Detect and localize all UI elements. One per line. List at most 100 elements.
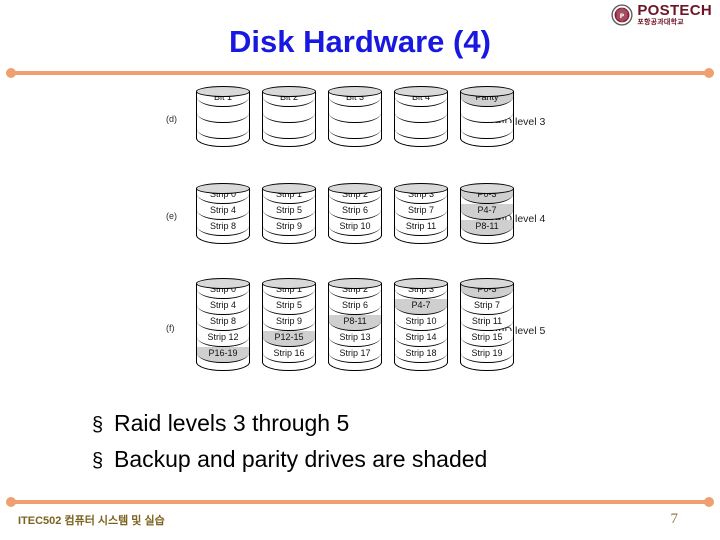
disk-top-cap: [328, 86, 382, 97]
disk-strip-cell: Strip 6: [329, 204, 381, 220]
disk-bottom: [328, 137, 382, 147]
disk-body: Bit 4: [394, 91, 448, 139]
disk-top-cap: [262, 278, 316, 289]
svg-text:P: P: [620, 12, 625, 19]
disk-bottom: [196, 137, 250, 147]
disk-cylinder: Bit 2: [262, 86, 316, 147]
raid-row-tag: (f): [166, 323, 175, 333]
disk-cylinder: Bit 3: [328, 86, 382, 147]
disk-strip-cell: Strip 7: [395, 204, 447, 220]
bullet-list: § Raid levels 3 through 5 § Backup and p…: [92, 406, 652, 478]
disk-cell-label: Strip 11: [405, 221, 437, 231]
disk-body: Strip 2 Strip 6 Strip 10: [328, 188, 382, 236]
disk-body: Strip 3 Strip 7 Strip 11: [394, 188, 448, 236]
disk-cylinder: Strip 3 P4-7 Strip 10 Strip 14 Strip 18: [394, 278, 448, 371]
disk-top-cap: [328, 278, 382, 289]
disk-cylinder: Strip 0 Strip 4 Strip 8 Strip 12 P16-19: [196, 278, 250, 371]
disk-strip-cell: [395, 123, 447, 139]
disk-cylinder: Strip 3 Strip 7 Strip 11: [394, 183, 448, 244]
disk-cell-label: Strip 15: [471, 332, 503, 342]
disk-top-cap: [394, 183, 448, 194]
disk-strip-cell: Strip 4: [197, 204, 249, 220]
postech-wordmark-main: POSTECH: [637, 2, 712, 19]
disk-top-cap: [196, 278, 250, 289]
raid-row-tag: (e): [166, 211, 177, 221]
disk-cylinder: Strip 1 Strip 5 Strip 9 P12-15 Strip 16: [262, 278, 316, 371]
disk-body: Strip 0 Strip 4 Strip 8: [196, 188, 250, 236]
bullet-text: Raid levels 3 through 5: [114, 410, 350, 436]
disk-strip-cell: Strip 13: [329, 331, 381, 347]
disk-strip-cell: [263, 107, 315, 123]
disk-strip-cell: Strip 15: [461, 331, 513, 347]
disk-cell-label: Strip 6: [341, 300, 368, 310]
disk-body: Strip 1 Strip 5 Strip 9: [262, 188, 316, 236]
disk-bottom: [394, 361, 448, 371]
disk-strip-cell: [395, 107, 447, 123]
disk-cell-label: Strip 19: [471, 348, 503, 358]
disk-top-cap: [262, 183, 316, 194]
disk-bottom: [460, 137, 514, 147]
disk-strip-cell: Strip 10: [329, 220, 381, 236]
disk-strip-cell: [263, 123, 315, 139]
footer-course-label: ITEC502 컴퓨터 시스템 및 실습: [18, 515, 165, 527]
disk-cylinder: Parity: [460, 86, 514, 147]
disk-cell-label: Strip 8: [209, 316, 236, 326]
disk-strip-cell: Strip 5: [263, 204, 315, 220]
disk-strip-cell: [461, 107, 513, 123]
disk-strip-cell: [461, 123, 513, 139]
disk-top-cap: [460, 86, 514, 97]
bullet-marker-icon: §: [92, 414, 104, 436]
bullet-item: § Raid levels 3 through 5: [92, 406, 652, 442]
disk-top-cap: [262, 86, 316, 97]
disk-strip-cell: [329, 107, 381, 123]
disk-cell-label: P8-11: [343, 316, 367, 326]
disk-strip-cell: Strip 8: [197, 315, 249, 331]
disk-body: Bit 1: [196, 91, 250, 139]
top-divider-bar: [11, 71, 709, 75]
bottom-divider-bar: [11, 500, 709, 504]
disk-cell-label: Strip 8: [209, 221, 236, 231]
postech-wordmark: POSTECH 포항공과대학교: [637, 3, 712, 26]
disk-cylinder: P0-3 Strip 7 Strip 11 Strip 15 Strip 19: [460, 278, 514, 371]
disk-strip-cell: Strip 5: [263, 299, 315, 315]
disk-bottom: [394, 137, 448, 147]
disk-cylinder: Strip 1 Strip 5 Strip 9: [262, 183, 316, 244]
bottom-divider: [6, 497, 714, 507]
disk-body: P0-3 P4-7 P8-11: [460, 188, 514, 236]
page-number: 7: [670, 511, 679, 527]
bottom-divider-right-dot: [704, 497, 714, 507]
disk-bottom: [196, 361, 250, 371]
bullet-item: § Backup and parity drives are shaded: [92, 442, 652, 478]
disk-cylinder: Strip 0 Strip 4 Strip 8: [196, 183, 250, 244]
disk-cell-label: Strip 16: [273, 348, 305, 358]
raid-row-disks: Strip 0 Strip 4 Strip 8 Strip 12 P16-19 Strip…: [196, 278, 514, 371]
disk-bottom: [460, 361, 514, 371]
disk-strip-cell: Strip 17: [329, 347, 381, 363]
disk-top-cap: [460, 183, 514, 194]
disk-parity-cell: P16-19: [197, 347, 249, 363]
disk-cylinder: Bit 4: [394, 86, 448, 147]
disk-cell-label: Strip 14: [405, 332, 437, 342]
disk-cell-label: Strip 6: [341, 205, 368, 215]
disk-bottom: [394, 234, 448, 244]
disk-body: Parity: [460, 91, 514, 139]
disk-parity-cell: P4-7: [461, 204, 513, 220]
disk-cell-label: Strip 7: [473, 300, 500, 310]
disk-cell-label: Strip 13: [339, 332, 371, 342]
disk-bottom: [328, 361, 382, 371]
disk-strip-cell: Strip 19: [461, 347, 513, 363]
disk-cylinder: Strip 2 Strip 6 Strip 10: [328, 183, 382, 244]
disk-strip-cell: Strip 9: [263, 315, 315, 331]
disk-cell-label: Strip 10: [339, 221, 371, 231]
page-title: Disk Hardware (4): [229, 24, 491, 59]
disk-cell-label: Strip 10: [405, 316, 437, 326]
disk-strip-cell: Strip 11: [395, 220, 447, 236]
disk-cell-label: Strip 4: [209, 300, 236, 310]
disk-strip-cell: Strip 10: [395, 315, 447, 331]
disk-cell-label: P16-19: [208, 348, 238, 358]
disk-cell-label: P4-7: [411, 300, 431, 310]
disk-cylinder: Strip 2 Strip 6 P8-11 Strip 13 Strip 17: [328, 278, 382, 371]
disk-top-cap: [460, 278, 514, 289]
disk-bottom: [328, 234, 382, 244]
top-divider-right-dot: [704, 68, 714, 78]
